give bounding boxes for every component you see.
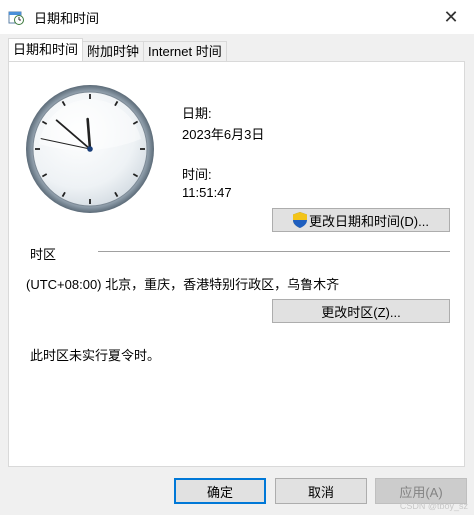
date-label: 日期: bbox=[182, 106, 212, 121]
tab-strip: 日期和时间 附加时钟 Internet 时间 bbox=[8, 38, 227, 61]
ok-label: 确定 bbox=[206, 484, 233, 500]
tab-additional-clocks[interactable]: 附加时钟 bbox=[82, 41, 145, 61]
cancel-button[interactable]: 取消 bbox=[275, 478, 367, 504]
change-date-time-label: 更改日期和时间(D)... bbox=[309, 213, 429, 229]
apply-label: 应用(A) bbox=[399, 484, 443, 500]
window-title: 日期和时间 bbox=[34, 11, 100, 26]
change-timezone-label: 更改时区(Z)... bbox=[321, 304, 401, 320]
close-icon: ✕ bbox=[443, 6, 459, 27]
uac-shield-icon bbox=[293, 212, 308, 228]
cancel-label: 取消 bbox=[307, 484, 334, 500]
change-timezone-button[interactable]: 更改时区(Z)... bbox=[272, 299, 450, 323]
time-label: 时间: bbox=[182, 167, 212, 182]
date-value: 2023年6月3日 bbox=[182, 127, 265, 142]
dst-note: 此时区未实行夏令时。 bbox=[30, 348, 161, 363]
timezone-separator bbox=[98, 251, 450, 252]
change-date-time-button[interactable]: 更改日期和时间(D)... bbox=[272, 208, 450, 232]
timezone-value: (UTC+08:00) 北京，重庆，香港特别行政区，乌鲁木齐 bbox=[26, 277, 340, 292]
analog-clock bbox=[26, 85, 154, 213]
title-bar: 日期和时间 ✕ bbox=[0, 0, 474, 34]
timezone-section-label: 时区 bbox=[30, 247, 57, 262]
calendar-clock-icon bbox=[8, 11, 24, 25]
tab-panel: 日期: 2023年6月3日 时间: 11:51:47 更改日期和时间(D)...… bbox=[8, 61, 465, 467]
watermark: CSDN @tboy_sz bbox=[399, 501, 468, 511]
time-value: 11:51:47 bbox=[182, 185, 232, 200]
ok-button[interactable]: 确定 bbox=[174, 478, 266, 504]
tab-date-time[interactable]: 日期和时间 bbox=[8, 38, 84, 61]
close-button[interactable]: ✕ bbox=[428, 0, 474, 34]
tab-internet-time[interactable]: Internet 时间 bbox=[143, 41, 227, 61]
